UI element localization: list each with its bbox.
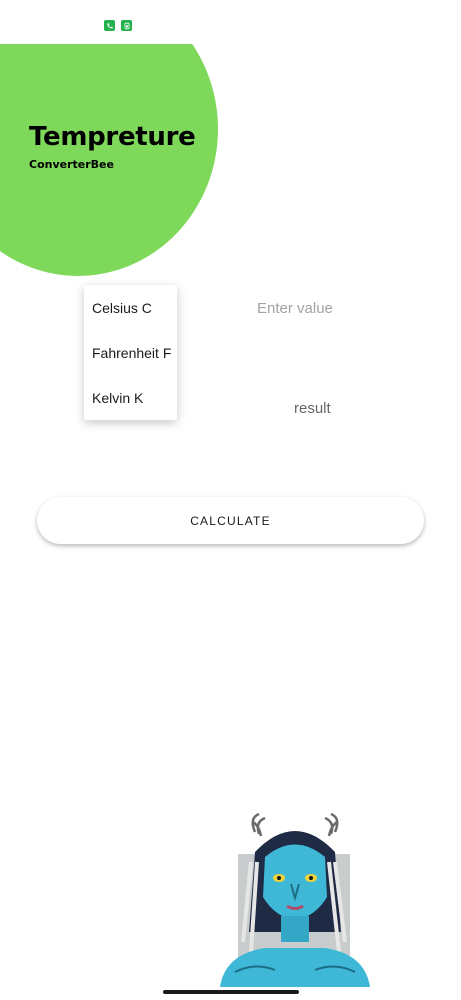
unit-option-fahrenheit[interactable]: Fahrenheit F: [92, 345, 171, 361]
sim-icon: [121, 20, 132, 31]
unit-option-celsius[interactable]: Celsius C: [92, 300, 152, 316]
app-subtitle: ConverterBee: [29, 158, 114, 171]
home-indicator[interactable]: [163, 990, 299, 994]
phone-icon: [104, 20, 115, 31]
page-title: Tempreture: [29, 122, 196, 152]
avatar-illustration: [220, 812, 370, 987]
calculate-button[interactable]: CALCULATE: [37, 497, 424, 544]
calculate-button-label: CALCULATE: [190, 513, 271, 528]
value-input[interactable]: [250, 294, 380, 322]
status-bar-icons: [104, 20, 132, 31]
unit-dropdown-menu[interactable]: Celsius C Fahrenheit F Kelvin K: [84, 285, 177, 420]
unit-option-kelvin[interactable]: Kelvin K: [92, 390, 143, 406]
result-text: result: [294, 400, 331, 417]
